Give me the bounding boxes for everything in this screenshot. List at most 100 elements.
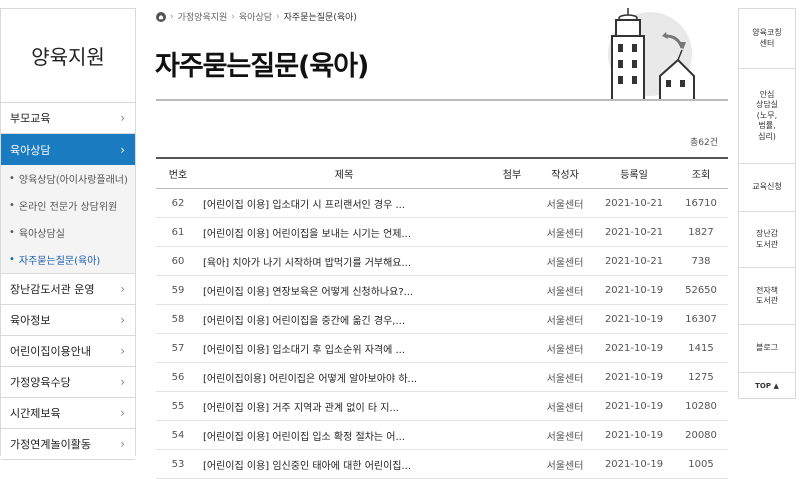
sidebar-item-label: 시간제보육 <box>10 407 61 420</box>
column-header-number: 번호 <box>156 158 200 189</box>
row-date: 2021-10-19 <box>594 333 674 363</box>
table-row[interactable]: 55 [어린이집 이용] 거주 지역과 관계 없이 타 지... 서울센터 2021-… <box>156 391 728 421</box>
row-attachment <box>488 333 536 363</box>
sidebar-submenu: • 양육상담(아이사랑플래너) • 온라인 전문가 상담위원 • 육아상담실 • 자주묻… <box>1 165 135 274</box>
row-attachment <box>488 391 536 421</box>
sidebar-item-home-play[interactable]: 가정연계놀이활동 › <box>1 429 135 460</box>
row-number: 55 <box>156 391 200 421</box>
row-author: 서울센터 <box>536 275 594 305</box>
sidebar-subitem-counsel-room[interactable]: • 육아상담실 <box>1 219 135 246</box>
sidebar-subitem-label: 온라인 전문가 상담위원 <box>18 202 118 213</box>
row-attachment <box>488 246 536 276</box>
sidebar-subitem-faq[interactable]: • 자주묻는질문(육아) <box>1 246 135 273</box>
table-row[interactable]: 54 [어린이집 이용] 어린이집 입소 확정 절차는 어... 서울센터 2021-… <box>156 420 728 450</box>
row-attachment <box>488 188 536 218</box>
chevron-right-icon: › <box>120 437 125 451</box>
quick-item-safe-counsel[interactable]: 안심 상담실 (노무, 법률, 심리) <box>739 69 795 164</box>
quick-item-toy-library[interactable]: 장난감 도서관 <box>739 212 795 268</box>
row-title-link[interactable]: [어린이집이용] 어린이집은 어떻게 알아보아야 하... <box>200 362 488 392</box>
row-author: 서울센터 <box>536 188 594 218</box>
table-row[interactable]: 62 [어린이집 이용] 입소대기 시 프리랜서인 경우 ... 서울센터 2021-… <box>156 188 728 218</box>
table-row[interactable]: 59 [어린이집 이용] 연장보육은 어떻게 신청하나요?... 서울센터 2021-… <box>156 275 728 305</box>
row-number: 60 <box>156 246 200 276</box>
sidebar-item-label: 육아정보 <box>10 314 51 327</box>
row-number: 59 <box>156 275 200 305</box>
table-row[interactable]: 60 [육아] 치아가 나기 시작하며 밥먹기를 거부해요... 서울센터 2021-… <box>156 246 728 276</box>
home-icon[interactable] <box>156 11 166 22</box>
sidebar-item-label: 장난감도서관 운영 <box>10 283 95 296</box>
chevron-right-icon: › <box>120 313 125 327</box>
row-title-link[interactable]: [어린이집 이용] 어린이집을 보내는 시기는 언제... <box>200 217 488 247</box>
row-attachment <box>488 362 536 392</box>
quick-menu: 양육코칭 센터 안심 상담실 (노무, 법률, 심리) 교육신청 장난감 도서관… <box>738 8 796 399</box>
row-date: 2021-10-21 <box>594 188 674 218</box>
sidebar-item-daycare-guide[interactable]: 어린이집이용안내 › <box>1 336 135 367</box>
sidebar-item-label: 어린이집이용안내 <box>10 345 91 358</box>
sidebar-subitem-planner[interactable]: • 양육상담(아이사랑플래너) <box>1 165 135 192</box>
table-row[interactable]: 56 [어린이집이용] 어린이집은 어떻게 알아보아야 하... 서울센터 2021-… <box>156 362 728 392</box>
table-row[interactable]: 58 [어린이집 이용] 어린이집을 중간에 옮긴 경우,... 서울센터 2021-… <box>156 304 728 334</box>
row-views: 10280 <box>674 391 728 421</box>
sidebar-subitem-label: 자주묻는질문(육아) <box>18 256 101 267</box>
row-attachment <box>488 420 536 450</box>
top-button[interactable]: TOP ▲ <box>739 373 795 398</box>
row-title-link[interactable]: [어린이집 이용] 연장보육은 어떻게 신청하나요?... <box>200 275 488 305</box>
quick-item-edu-apply[interactable]: 교육신청 <box>739 164 795 212</box>
row-title-link[interactable]: [어린이집 이용] 거주 지역과 관계 없이 타 지... <box>200 391 488 421</box>
table-row[interactable]: 61 [어린이집 이용] 어린이집을 보내는 시기는 언제... 서울센터 2021-… <box>156 217 728 247</box>
row-views: 1005 <box>674 449 728 479</box>
row-title-link[interactable]: [어린이집 이용] 어린이집을 중간에 옮긴 경우,... <box>200 304 488 334</box>
breadcrumb-item[interactable]: 가정양육지원 <box>178 10 228 23</box>
total-count: 총62건 <box>689 138 718 148</box>
sidebar-subitem-online-expert[interactable]: • 온라인 전문가 상담위원 <box>1 192 135 219</box>
breadcrumb-separator: › <box>276 11 280 22</box>
row-title-link[interactable]: [육아] 치아가 나기 시작하며 밥먹기를 거부해요... <box>200 246 488 276</box>
row-title-link[interactable]: [어린이집 이용] 입소대기 후 입소순위 자격에 ... <box>200 333 488 363</box>
chevron-right-icon: › <box>120 142 125 157</box>
row-views: 738 <box>674 246 728 276</box>
sidebar-item-parenting-info[interactable]: 육아정보 › <box>1 305 135 336</box>
row-date: 2021-10-19 <box>594 391 674 421</box>
row-date: 2021-10-19 <box>594 420 674 450</box>
sidebar-item-home-allowance[interactable]: 가정양육수당 › <box>1 367 135 398</box>
column-header-author: 작성자 <box>536 158 594 189</box>
row-views: 1415 <box>674 333 728 363</box>
quick-item-coaching-center[interactable]: 양육코칭 센터 <box>739 9 795 69</box>
row-number: 53 <box>156 449 200 479</box>
left-sidebar: 양육지원 부모교육 › 육아상담 › • 양육상담(아이사랑플래너) • 온라인 전… <box>0 8 136 460</box>
row-title-link[interactable]: [어린이집 이용] 어린이집 입소 확정 절차는 어... <box>200 420 488 450</box>
row-date: 2021-10-19 <box>594 449 674 479</box>
row-number: 62 <box>156 188 200 218</box>
table-row[interactable]: 57 [어린이집 이용] 입소대기 후 입소순위 자격에 ... 서울센터 2021-… <box>156 333 728 363</box>
sidebar-item-hourly-care[interactable]: 시간제보육 › <box>1 398 135 429</box>
row-title-link[interactable]: [어린이집 이용] 임신중인 태아에 대한 어린이집... <box>200 449 488 479</box>
table-header-row: 번호 제목 첨부 작성자 등록일 조회 <box>156 158 728 189</box>
sidebar-item-parent-education[interactable]: 부모교육 › <box>1 103 135 134</box>
breadcrumb-separator: › <box>170 11 174 22</box>
sidebar-item-toy-library[interactable]: 장난감도서관 운영 › <box>1 274 135 305</box>
quick-item-ebook-library[interactable]: 전자책 도서관 <box>739 268 795 325</box>
sidebar-item-label: 육아상담 <box>10 143 51 157</box>
row-attachment <box>488 217 536 247</box>
row-author: 서울센터 <box>536 362 594 392</box>
faq-table: 번호 제목 첨부 작성자 등록일 조회 62 [어린이집 이용] 입소대기 시 프… <box>156 157 728 479</box>
chevron-right-icon: › <box>120 406 125 420</box>
row-number: 54 <box>156 420 200 450</box>
row-attachment <box>488 304 536 334</box>
quick-item-blog[interactable]: 블로그 <box>739 325 795 373</box>
chevron-right-icon: › <box>120 375 125 389</box>
bullet-icon: • <box>9 227 15 238</box>
row-number: 57 <box>156 333 200 363</box>
row-date: 2021-10-19 <box>594 362 674 392</box>
breadcrumb-separator: › <box>231 11 235 22</box>
table-row[interactable]: 53 [어린이집 이용] 임신중인 태아에 대한 어린이집... 서울센터 2021-… <box>156 449 728 479</box>
row-date: 2021-10-21 <box>594 217 674 247</box>
row-author: 서울센터 <box>536 420 594 450</box>
sidebar-item-parenting-counsel[interactable]: 육아상담 › <box>1 134 135 165</box>
row-number: 61 <box>156 217 200 247</box>
breadcrumb-item[interactable]: 육아상담 <box>239 10 272 23</box>
page-title: 자주묻는질문(육아) <box>155 51 369 82</box>
row-title-link[interactable]: [어린이집 이용] 입소대기 시 프리랜서인 경우 ... <box>200 188 488 218</box>
sidebar-title: 양육지원 <box>1 9 135 103</box>
row-views: 1827 <box>674 217 728 247</box>
